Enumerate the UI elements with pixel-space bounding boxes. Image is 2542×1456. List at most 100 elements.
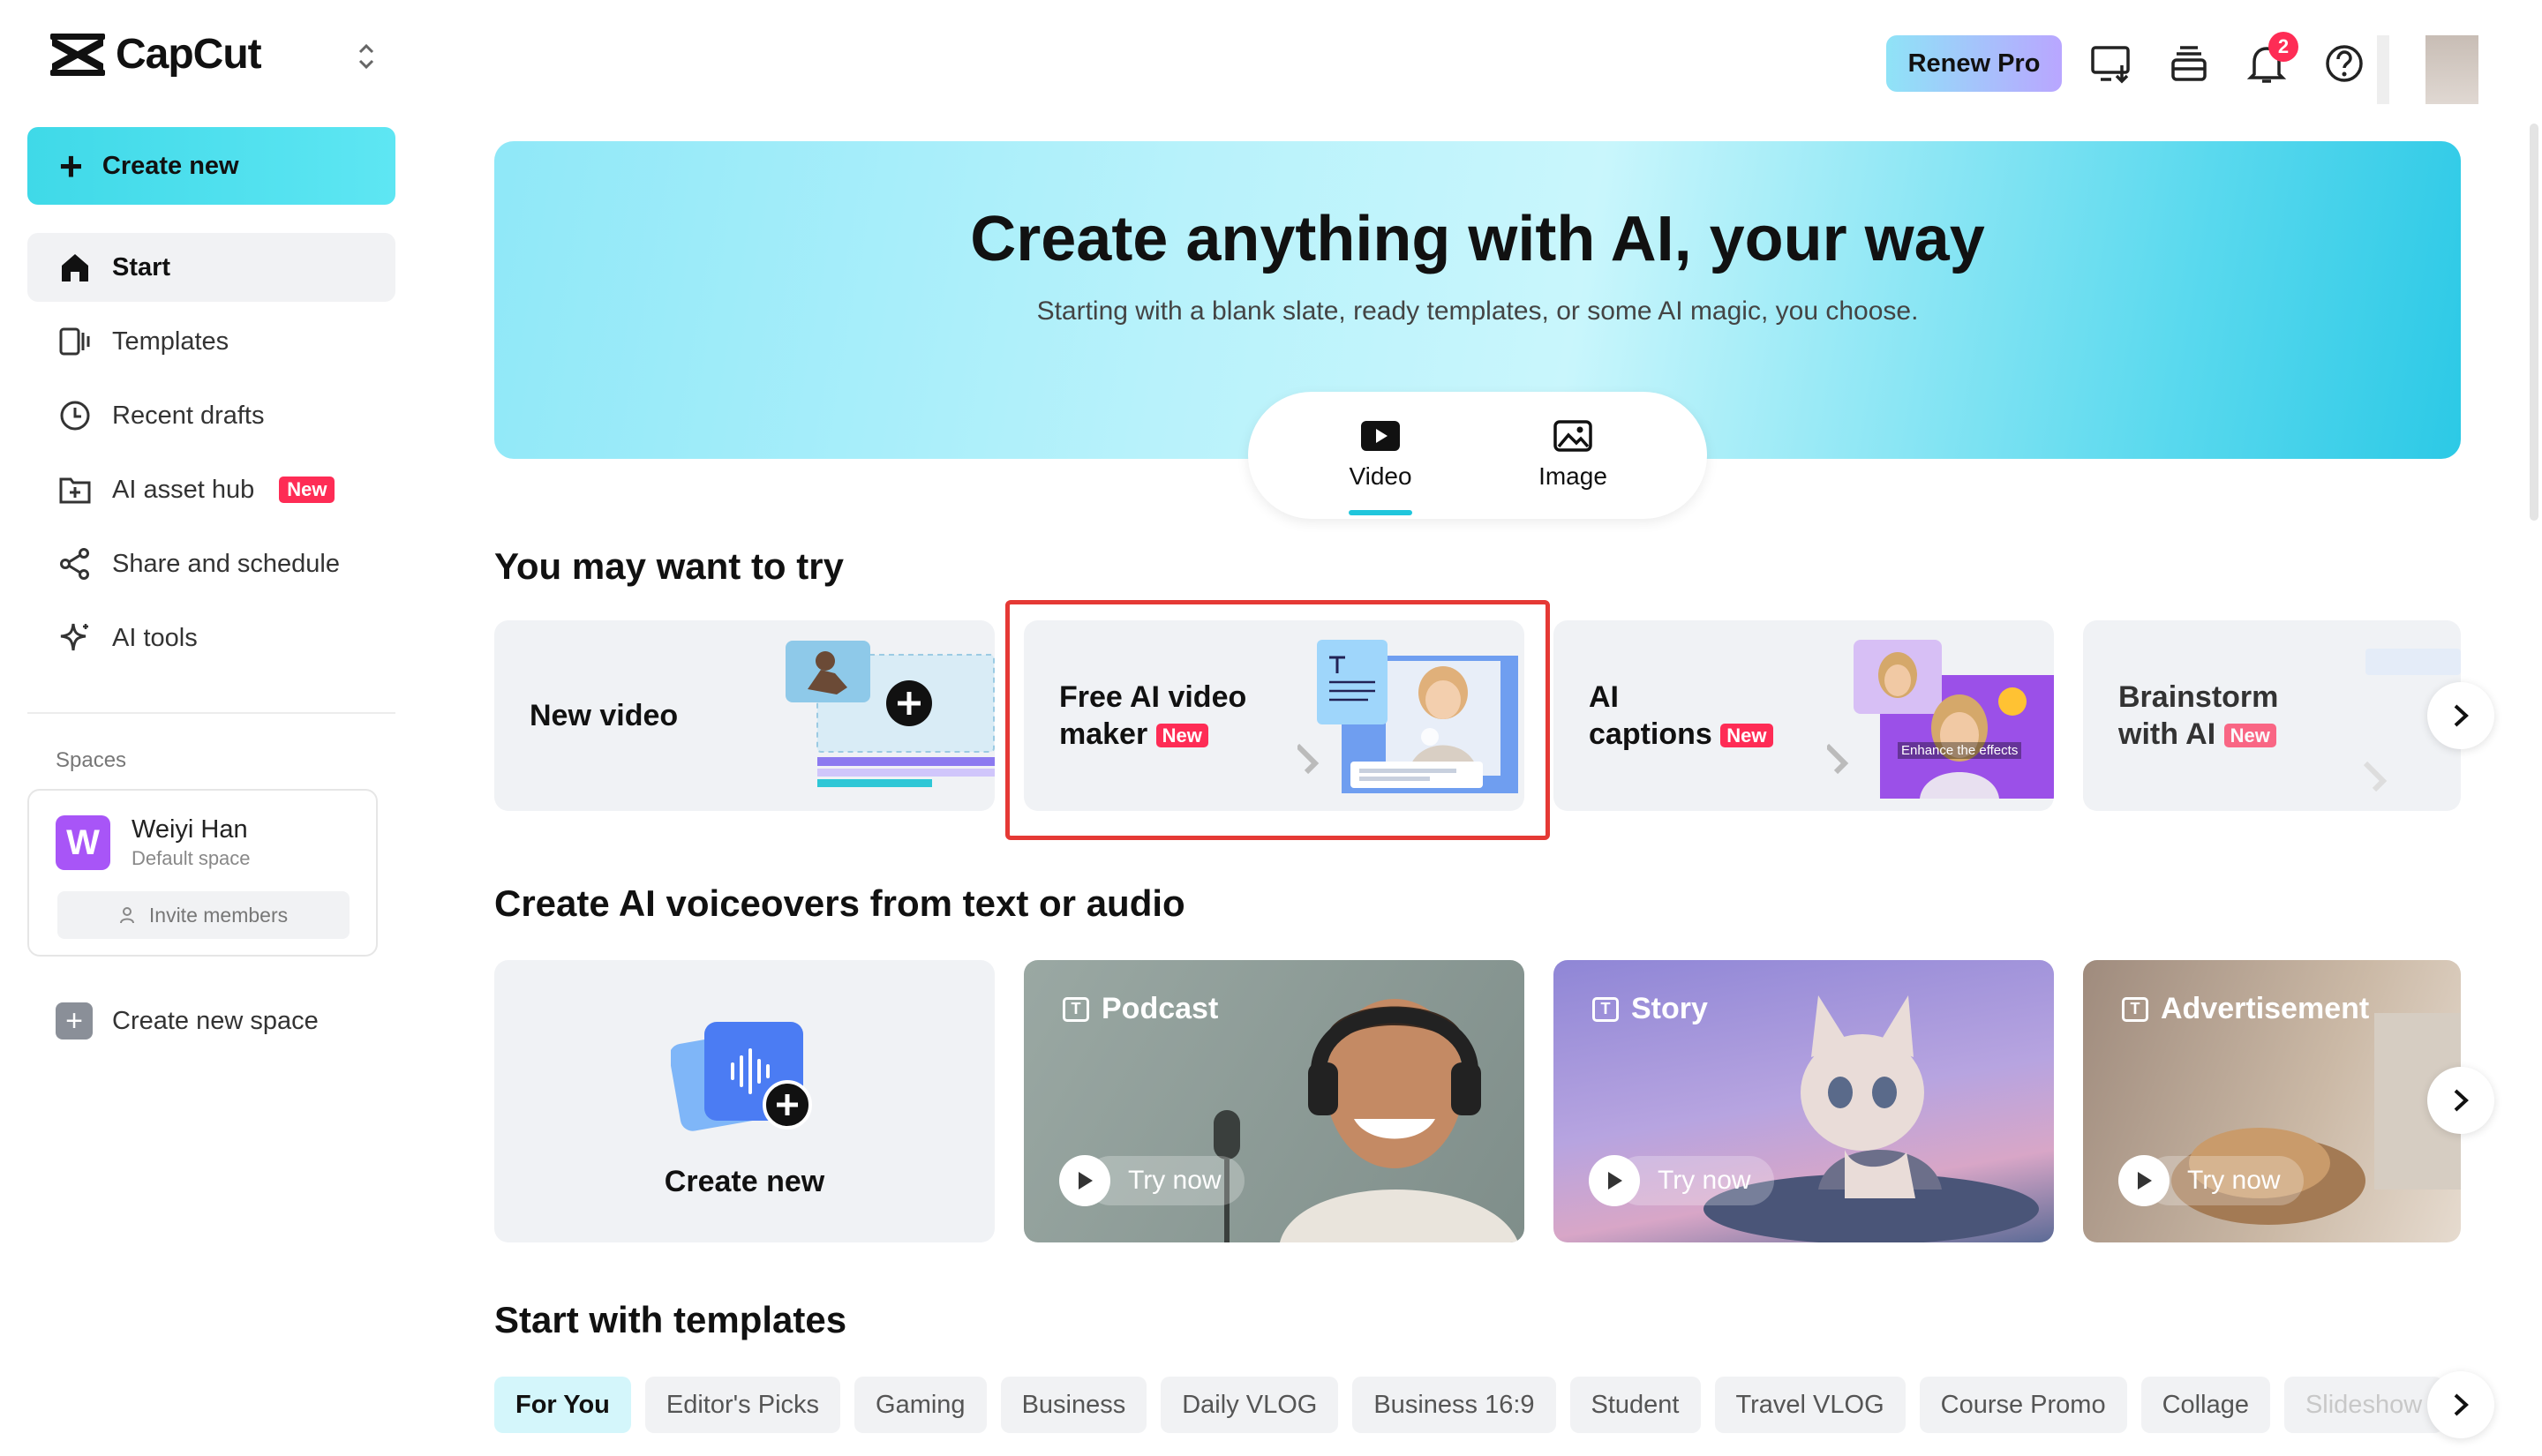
templates-icon — [59, 327, 90, 356]
try-card-line1: AI — [1589, 680, 1619, 714]
try-card-free-ai-video-maker[interactable]: Free AI video maker New — [1024, 620, 1524, 811]
try-next-arrow-button[interactable] — [2427, 682, 2494, 749]
chip-editors-picks[interactable]: Editor's Picks — [644, 1377, 841, 1433]
section-title-templates: Start with templates — [494, 1299, 847, 1340]
new-video-illustration — [786, 641, 995, 787]
sidebar: CapCut + Create new Start Templates Rece… — [0, 0, 419, 1456]
caption-overlay-text: Enhance the effects — [1898, 742, 2022, 759]
text-icon: T — [2122, 996, 2148, 1022]
try-now-button[interactable]: Try now — [1589, 1154, 1774, 1207]
stack-icon[interactable] — [2166, 41, 2212, 86]
space-card[interactable]: W Weiyi Han Default space Invite members — [27, 789, 378, 957]
sidebar-item-label: AI asset hub — [112, 475, 255, 504]
try-now-button[interactable]: Try now — [2118, 1154, 2304, 1207]
invite-members-label: Invite members — [148, 903, 289, 927]
header-divider — [2377, 35, 2389, 104]
podcast-person-image — [1280, 999, 1518, 1242]
image-icon — [1553, 420, 1592, 452]
try-card-brainstorm-with-ai[interactable]: Brainstorm with AI New — [2083, 620, 2461, 811]
chip-business-16-9[interactable]: Business 16:9 — [1352, 1377, 1556, 1433]
chip-collage[interactable]: Collage — [2140, 1377, 2270, 1433]
try-now-button[interactable]: Try now — [1059, 1154, 1245, 1207]
person-add-icon — [119, 907, 134, 924]
asset-hub-icon — [59, 477, 91, 504]
voice-card-create-new[interactable]: Create new — [494, 960, 995, 1242]
sidebar-item-label: Start — [112, 252, 171, 281]
ai-video-maker-illustration — [1297, 640, 1518, 793]
tab-image[interactable]: Image — [1507, 418, 1639, 491]
capcut-logo[interactable]: CapCut — [49, 30, 262, 79]
monitor-download-icon[interactable] — [2088, 41, 2134, 86]
tab-image-label: Image — [1538, 462, 1607, 490]
voice-card-title: T Podcast — [1063, 992, 1218, 1026]
play-icon — [1589, 1155, 1640, 1206]
try-card-ai-captions[interactable]: AI captions New Enhance the effects — [1553, 620, 2054, 811]
sidebar-item-share-and-schedule[interactable]: Share and schedule — [27, 529, 395, 598]
renew-pro-button[interactable]: Renew Pro — [1886, 35, 2062, 92]
sidebar-nav: Start Templates Recent drafts AI asset h… — [27, 233, 395, 678]
chip-business[interactable]: Business — [1000, 1377, 1147, 1433]
spaces-heading: Spaces — [56, 748, 127, 772]
sidebar-item-ai-asset-hub[interactable]: AI asset hub New — [27, 455, 395, 524]
chip-travel-vlog[interactable]: Travel VLOG — [1714, 1377, 1906, 1433]
capcut-logo-icon — [50, 33, 105, 76]
voice-card-advertisement[interactable]: T Advertisement Try now — [2083, 960, 2461, 1242]
new-badge: New — [279, 477, 335, 503]
voice-card-story[interactable]: T Story Try now — [1553, 960, 2054, 1242]
chip-gaming[interactable]: Gaming — [854, 1377, 987, 1433]
space-avatar: W — [56, 815, 110, 870]
section-title-try: You may want to try — [494, 545, 844, 587]
ai-captions-illustration — [1827, 640, 2054, 799]
mode-switch: Video Image — [1248, 392, 1707, 519]
chip-for-you[interactable]: For You — [494, 1377, 631, 1433]
try-card-line1: Free AI video — [1059, 680, 1247, 714]
voice-create-icon — [671, 1022, 812, 1131]
templates-next-arrow-button[interactable] — [2427, 1371, 2494, 1438]
create-new-label: Create new — [102, 151, 239, 180]
tab-video-label: Video — [1349, 462, 1412, 490]
chip-slideshow[interactable]: Slideshow — [2283, 1377, 2444, 1433]
video-play-icon — [1361, 421, 1400, 451]
user-avatar[interactable] — [2425, 35, 2478, 104]
play-icon — [2118, 1155, 2170, 1206]
new-badge: New — [2223, 724, 2276, 748]
play-icon — [1059, 1155, 1110, 1206]
chip-course-promo[interactable]: Course Promo — [1919, 1377, 2127, 1433]
voice-next-arrow-button[interactable] — [2427, 1067, 2494, 1134]
try-card-new-video[interactable]: New video — [494, 620, 995, 811]
voice-create-label: Create new — [664, 1165, 825, 1198]
sidebar-item-start[interactable]: Start — [27, 233, 395, 302]
tab-video[interactable]: Video — [1314, 418, 1447, 491]
sidebar-item-label: Share and schedule — [112, 549, 340, 578]
section-title-voiceovers: Create AI voiceovers from text or audio — [494, 882, 1185, 924]
voice-card-podcast[interactable]: T Podcast Try now — [1024, 960, 1524, 1242]
clock-icon — [60, 401, 90, 431]
chip-daily-vlog[interactable]: Daily VLOG — [1161, 1377, 1339, 1433]
chevron-right-icon — [2454, 1393, 2469, 1416]
app-name: CapCut — [116, 31, 262, 78]
page-scrollbar[interactable] — [2530, 124, 2538, 521]
voice-card-title-text: Story — [1631, 992, 1708, 1025]
new-badge: New — [1155, 724, 1208, 748]
text-icon: T — [1592, 996, 1619, 1022]
sidebar-item-label: AI tools — [112, 623, 198, 652]
plus-square-icon: + — [56, 1002, 93, 1039]
chip-student[interactable]: Student — [1569, 1377, 1701, 1433]
sidebar-item-recent-drafts[interactable]: Recent drafts — [27, 381, 395, 450]
help-icon[interactable] — [2321, 41, 2367, 86]
try-card-label: Brainstorm with AI New — [2118, 679, 2278, 754]
sidebar-item-templates[interactable]: Templates — [27, 307, 395, 376]
plus-icon: + — [59, 143, 83, 189]
invite-members-button[interactable]: Invite members — [57, 891, 350, 939]
try-card-label: New video — [530, 699, 679, 732]
create-new-button[interactable]: + Create new — [27, 127, 395, 205]
sidebar-item-ai-tools[interactable]: AI tools — [27, 604, 395, 672]
try-card-line2: maker — [1059, 717, 1148, 751]
workspace-switcher-icon[interactable] — [353, 39, 380, 74]
notification-count-badge: 2 — [2268, 32, 2298, 62]
try-card-label: AI captions New — [1589, 679, 1773, 754]
new-badge: New — [1720, 724, 1773, 748]
create-new-space-button[interactable]: + Create new space — [56, 1002, 319, 1039]
voice-card-title: T Advertisement — [2122, 992, 2369, 1026]
template-category-chips: For You Editor's Picks Gaming Business D… — [494, 1377, 2444, 1433]
